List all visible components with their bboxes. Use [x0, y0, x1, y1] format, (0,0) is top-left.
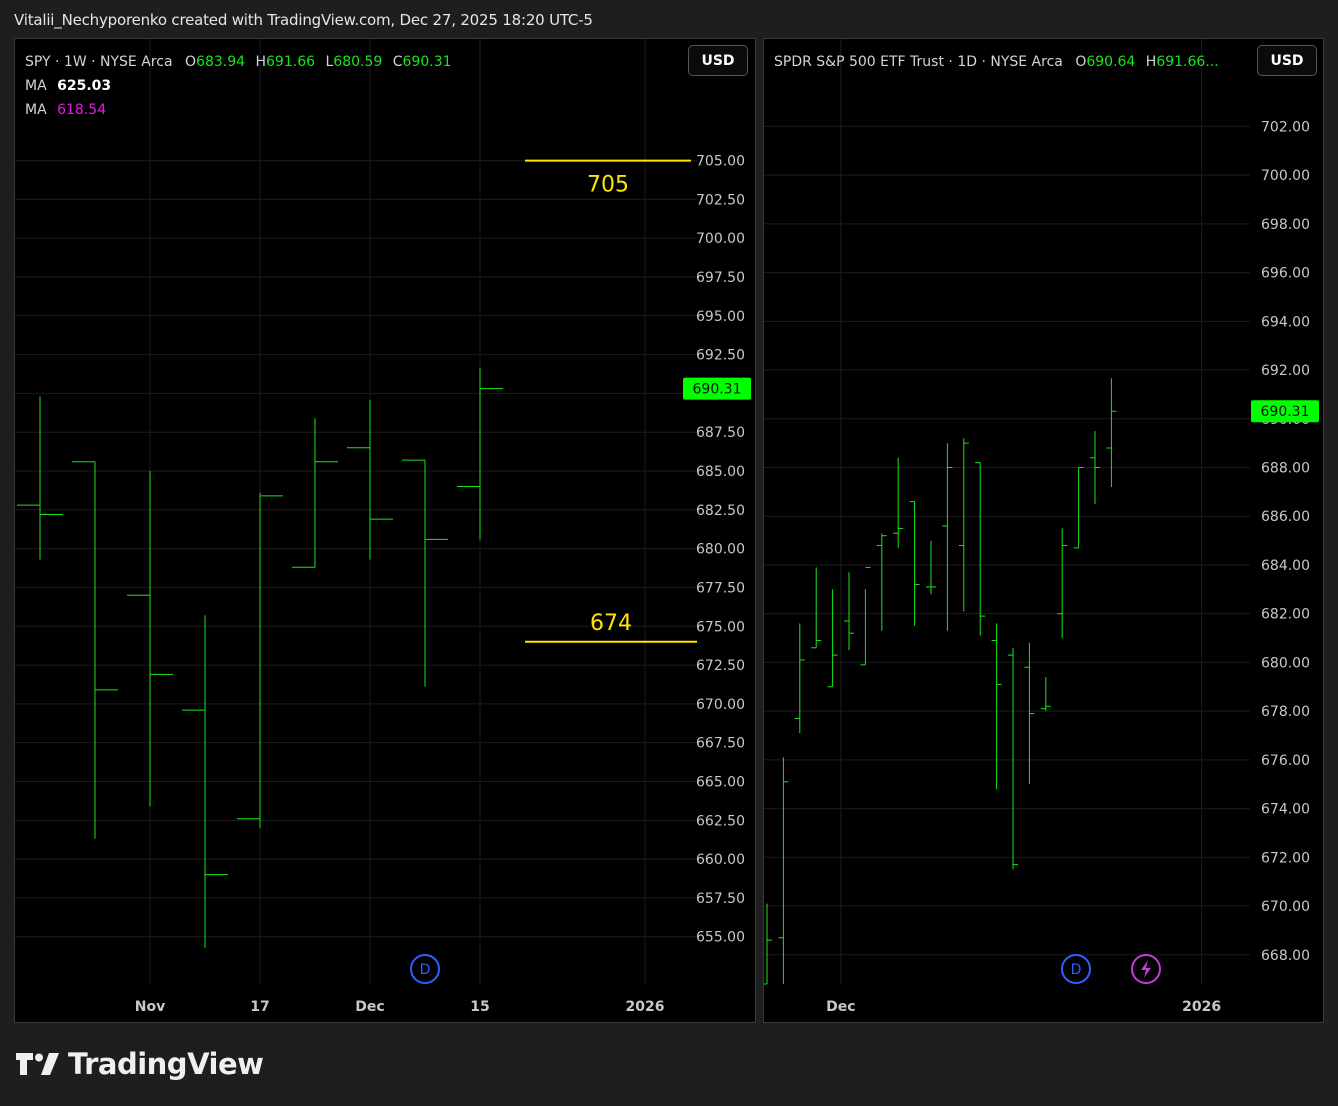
close-value: 690.31 [402, 54, 452, 70]
price-axis-label: 672.50 [696, 658, 745, 674]
price-axis-label: 676.00 [1261, 753, 1310, 769]
price-axis-label: 682.00 [1261, 607, 1310, 623]
open-value: 690.64 [1086, 54, 1136, 70]
price-axis-label: 700.00 [1261, 168, 1310, 184]
daily-ohlc-line: SPDR S&P 500 ETF Trust · 1D · NYSE Arca … [774, 50, 1219, 74]
price-axis-label: 668.00 [1261, 948, 1310, 964]
level-label: 705 [587, 173, 629, 198]
chart-caption: Vitalii_Nechyporenko created with Tradin… [14, 11, 593, 29]
last-price-label: 690.31 [1261, 404, 1310, 420]
daily-legend: SPDR S&P 500 ETF Trust · 1D · NYSE Arca … [774, 50, 1219, 74]
close-label: C [392, 54, 403, 70]
price-axis-label: 665.00 [696, 774, 745, 790]
tradingview-logo-icon [16, 1053, 59, 1075]
dividend-event-label: D [420, 962, 431, 978]
time-axis-label: 2026 [626, 999, 665, 1015]
price-axis-label: 682.50 [696, 503, 745, 519]
daily-chart-canvas[interactable]: 702.00 700.00 698.00 696.00 694.00 692.00 690.… [764, 39, 1324, 1023]
weekly-symbol[interactable]: SPY · 1W · NYSE Arca [25, 54, 173, 70]
last-price-label: 690.31 [693, 382, 742, 398]
price-axis-label: 692.50 [696, 348, 745, 364]
low-value: 680.59 [333, 54, 383, 70]
time-axis-label: Dec [826, 999, 855, 1015]
open-label: O [185, 54, 197, 70]
currency-button[interactable]: USD [1257, 45, 1317, 76]
price-axis-label: 657.50 [696, 891, 745, 907]
price-axis-label: 685.00 [696, 464, 745, 480]
ma2-label: MA [25, 102, 47, 118]
ma1-line[interactable]: MA 625.03 [25, 74, 452, 98]
high-label: H [1145, 54, 1157, 70]
price-axis-label: 662.50 [696, 813, 745, 829]
time-axis-label: Dec [355, 999, 384, 1015]
price-axis-label: 670.00 [1261, 899, 1310, 915]
price-axis-label: 670.00 [696, 697, 745, 713]
price-axis-label: 678.00 [1261, 704, 1310, 720]
price-axis-label: 660.00 [696, 852, 745, 868]
weekly-chart-pane[interactable]: 705.00 702.50 700.00 697.50 695.00 692.50 690.… [14, 38, 756, 1023]
price-axis-label: 680.00 [696, 542, 745, 558]
ma1-label: MA [25, 78, 47, 94]
price-axis-label: 694.00 [1261, 314, 1310, 330]
price-axis-label: 672.00 [1261, 850, 1310, 866]
daily-symbol[interactable]: SPDR S&P 500 ETF Trust · 1D · NYSE Arca [774, 54, 1063, 70]
price-axis-label: 695.00 [696, 309, 745, 325]
weekly-ohlc-line: SPY · 1W · NYSE Arca O683.94 H691.66 L68… [25, 50, 452, 74]
open-value: 683.94 [196, 54, 246, 70]
price-axis-label: 692.00 [1261, 363, 1310, 379]
price-axis-label: 702.50 [696, 192, 745, 208]
tradingview-logo[interactable]: TradingView [16, 1047, 264, 1081]
price-axis-label: 667.50 [696, 736, 745, 752]
dividend-event-label: D [1071, 962, 1082, 978]
ma2-line[interactable]: MA 618.54 [25, 98, 452, 122]
price-axis-label: 702.00 [1261, 119, 1310, 135]
price-axis-label: 698.00 [1261, 217, 1310, 233]
price-axis-label: 675.00 [696, 619, 745, 635]
price-axis-label: 655.00 [696, 930, 745, 946]
price-axis-label: 684.00 [1261, 558, 1310, 574]
currency-button[interactable]: USD [688, 45, 748, 76]
price-axis-label: 705.00 [696, 154, 745, 170]
price-axis-label: 688.00 [1261, 461, 1310, 477]
level-label: 674 [590, 611, 632, 636]
price-axis-label: 680.00 [1261, 655, 1310, 671]
high-label: H [255, 54, 267, 70]
price-axis-label: 686.00 [1261, 509, 1310, 525]
time-axis-label: 15 [470, 999, 489, 1015]
time-axis-label: Nov [135, 999, 165, 1015]
price-axis-label: 700.00 [696, 231, 745, 247]
high-value: 691.66... [1156, 54, 1219, 70]
weekly-chart-canvas[interactable]: 705.00 702.50 700.00 697.50 695.00 692.50 690.… [15, 39, 756, 1023]
price-axis-label: 687.50 [696, 425, 745, 441]
ma2-value: 618.54 [57, 102, 107, 118]
price-axis-label: 677.50 [696, 580, 745, 596]
price-axis-label: 697.50 [696, 270, 745, 286]
ma1-value: 625.03 [57, 78, 112, 94]
weekly-legend: SPY · 1W · NYSE Arca O683.94 H691.66 L68… [25, 50, 452, 122]
time-axis-label: 17 [250, 999, 269, 1015]
price-axis-label: 674.00 [1261, 802, 1310, 818]
time-axis-label: 2026 [1182, 999, 1221, 1015]
open-label: O [1075, 54, 1087, 70]
high-value: 691.66 [266, 54, 316, 70]
price-axis-label: 696.00 [1261, 266, 1310, 282]
daily-chart-pane[interactable]: 702.00 700.00 698.00 696.00 694.00 692.00 690.… [763, 38, 1324, 1023]
tradingview-wordmark: TradingView [68, 1047, 264, 1081]
